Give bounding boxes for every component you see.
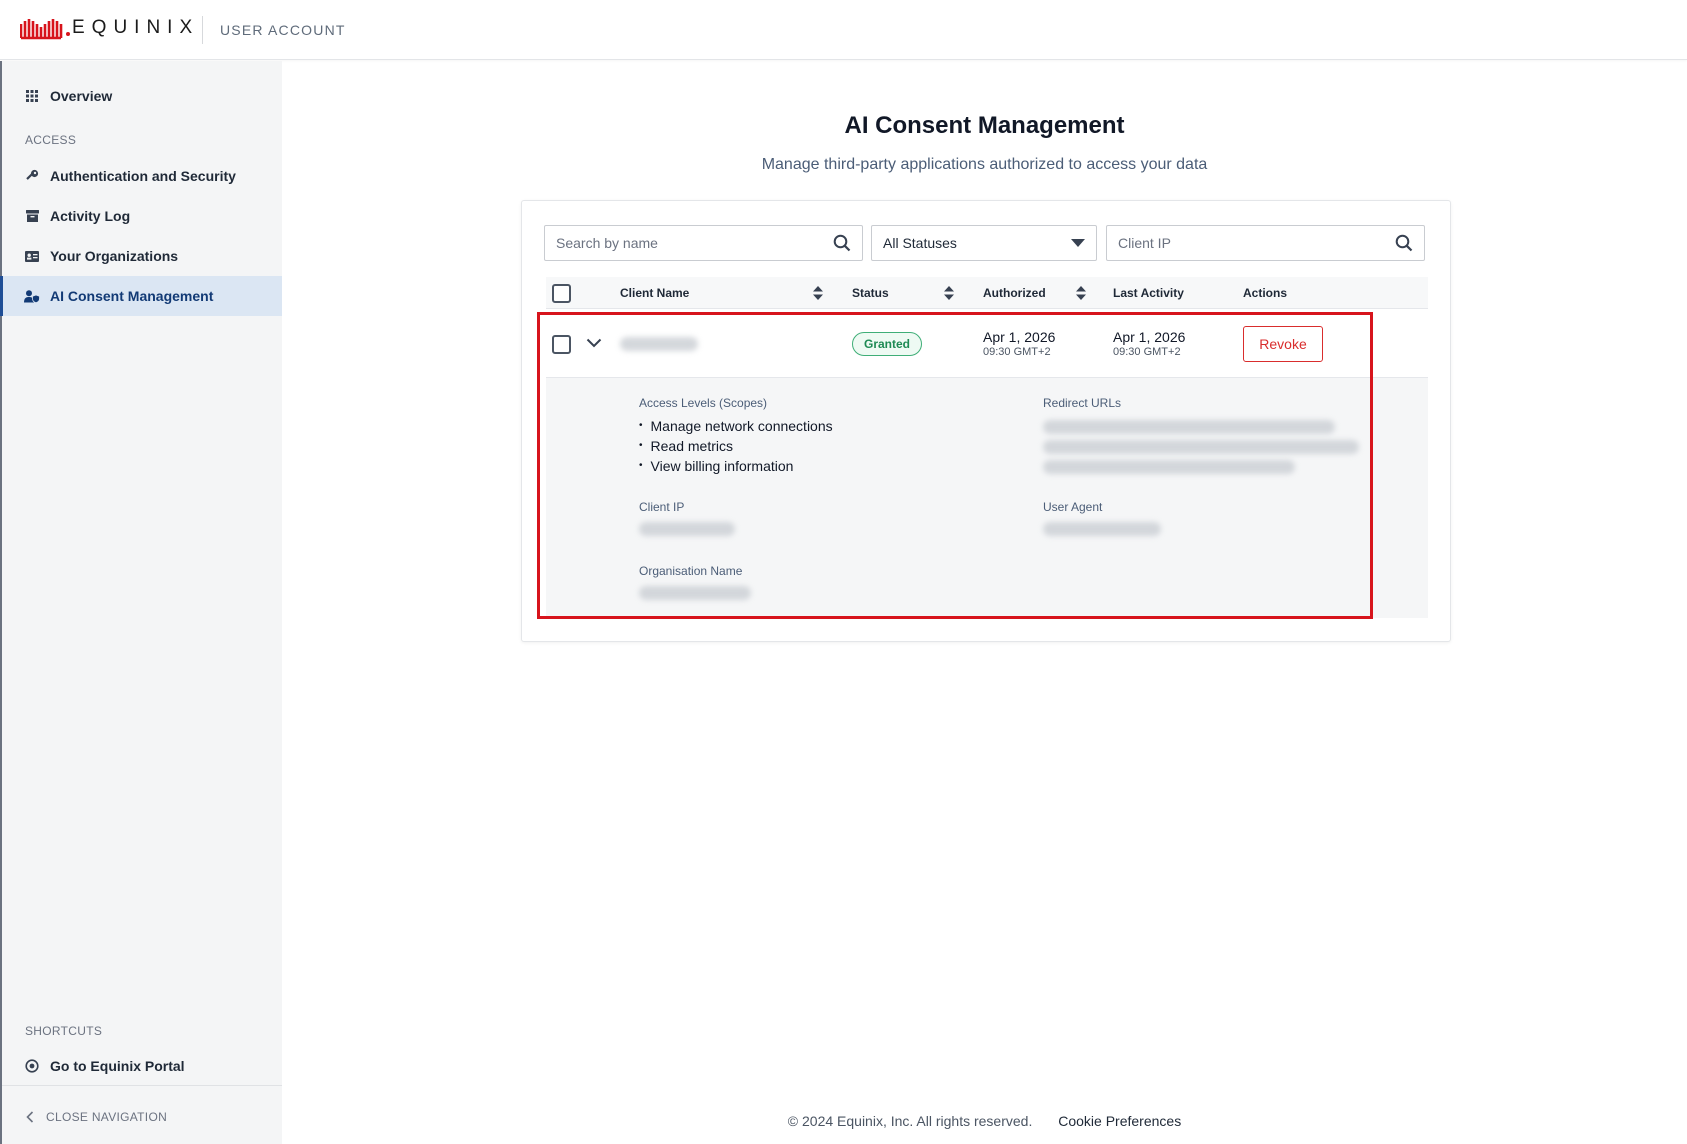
client-name-redacted	[620, 337, 698, 351]
search-icon[interactable]	[833, 234, 851, 252]
sidebar: Overview ACCESS Authentication and Secur…	[0, 61, 282, 1144]
sidebar-item-authentication[interactable]: Authentication and Security	[2, 156, 282, 196]
select-all-checkbox[interactable]	[552, 283, 571, 303]
section-label-access: ACCESS	[25, 133, 77, 147]
scopes-list: Manage network connections Read metrics …	[639, 416, 833, 476]
revoke-button[interactable]: Revoke	[1243, 326, 1323, 362]
page-title: AI Consent Management	[844, 112, 1125, 139]
sort-icon[interactable]	[1076, 286, 1086, 300]
sidebar-item-activity-log[interactable]: Activity Log	[2, 196, 282, 236]
portal-icon	[24, 1058, 40, 1074]
client-ip-redacted	[639, 522, 735, 536]
search-icon[interactable]	[1395, 234, 1413, 252]
scopes-label: Access Levels (Scopes)	[639, 396, 768, 410]
status-badge: Granted	[852, 332, 923, 356]
column-actions: Actions	[1243, 286, 1288, 300]
sidebar-item-label: AI Consent Management	[50, 288, 214, 304]
sidebar-item-organizations[interactable]: Your Organizations	[2, 236, 282, 276]
sidebar-item-label: Overview	[50, 88, 113, 104]
row-checkbox[interactable]	[552, 334, 571, 354]
actions-cell: Revoke	[1243, 311, 1323, 377]
page-subtitle: Manage third-party applications authoriz…	[761, 156, 1208, 173]
organisation-redacted	[639, 586, 751, 600]
sidebar-divider	[2, 1085, 282, 1086]
caret-down-icon	[1071, 239, 1085, 247]
column-last-activity[interactable]: Last Activity	[1113, 277, 1184, 309]
top-header: EQUINIX USER ACCOUNT	[0, 0, 1687, 60]
consent-table-card: All Statuses Client Name Status Authoriz…	[521, 200, 1451, 642]
sidebar-item-ai-consent[interactable]: AI Consent Management	[0, 276, 282, 316]
column-client-name[interactable]: Client Name	[620, 277, 689, 309]
client-ip-label: Client IP	[639, 500, 685, 514]
select-all-cell	[552, 277, 571, 309]
column-authorized[interactable]: Authorized	[983, 277, 1046, 309]
close-navigation-button[interactable]: CLOSE NAVIGATION	[2, 1097, 282, 1137]
portal-link-label: Go to Equinix Portal	[50, 1058, 185, 1074]
status-select[interactable]: All Statuses	[871, 225, 1097, 261]
redirect-urls-label: Redirect URLs	[1043, 396, 1122, 410]
list-item: Manage network connections	[639, 416, 833, 436]
authorized-date: Apr 1, 2026	[983, 329, 1056, 345]
sidebar-item-label: Authentication and Security	[50, 168, 236, 184]
table-row[interactable]: Granted Apr 1, 2026 09:30 GMT+2 Apr 1, 2…	[546, 311, 1428, 377]
authorized-cell: Apr 1, 2026 09:30 GMT+2	[983, 311, 1055, 377]
expand-toggle[interactable]	[586, 311, 602, 377]
column-status[interactable]: Status	[852, 277, 889, 309]
client-ip-input[interactable]	[1118, 235, 1395, 251]
search-input[interactable]	[556, 235, 833, 251]
user-agent-redacted	[1043, 522, 1161, 536]
authorized-time: 09:30 GMT+2	[983, 346, 1051, 358]
chevron-left-icon	[26, 1111, 34, 1123]
grid-icon	[24, 88, 40, 104]
brand-name: EQUINIX	[72, 17, 200, 38]
client-name-cell	[620, 311, 698, 377]
list-item: View billing information	[639, 456, 833, 476]
sort-icon[interactable]	[813, 286, 823, 300]
id-card-icon	[24, 248, 40, 264]
last-activity-cell: Apr 1, 2026 09:30 GMT+2	[1113, 311, 1185, 377]
close-navigation-label: CLOSE NAVIGATION	[46, 1110, 168, 1124]
sidebar-item-label: Activity Log	[50, 208, 131, 224]
status-cell: Granted	[852, 311, 923, 377]
footer: © 2024 Equinix, Inc. All rights reserved…	[282, 1113, 1687, 1129]
sort-icon[interactable]	[944, 286, 954, 300]
organisation-label: Organisation Name	[639, 564, 743, 578]
portal-link[interactable]: Go to Equinix Portal	[2, 1046, 282, 1086]
key-icon	[24, 168, 40, 184]
row-select-cell	[552, 311, 571, 377]
list-item: Read metrics	[639, 436, 833, 456]
equinix-logo-icon[interactable]	[20, 16, 70, 44]
copyright-text: © 2024 Equinix, Inc. All rights reserved…	[787, 1113, 1033, 1129]
section-label-shortcuts: SHORTCUTS	[25, 1024, 103, 1038]
sidebar-item-label: Your Organizations	[50, 248, 179, 264]
search-field	[544, 225, 863, 261]
last-activity-time: 09:30 GMT+2	[1113, 346, 1181, 358]
redirect-url-redacted	[1043, 460, 1295, 474]
user-shield-icon	[24, 288, 40, 304]
status-select-value: All Statuses	[883, 235, 957, 251]
chevron-down-icon	[586, 335, 602, 353]
client-ip-field	[1106, 225, 1425, 261]
sidebar-item-overview[interactable]: Overview	[2, 76, 282, 116]
archive-icon	[24, 208, 40, 224]
user-agent-label: User Agent	[1043, 500, 1103, 514]
header-section-title: USER ACCOUNT	[220, 22, 346, 38]
header-divider	[202, 16, 203, 44]
logo-dot	[66, 32, 70, 36]
table-header: Client Name Status Authorized Last Activ…	[546, 277, 1428, 309]
row-details-panel: Access Levels (Scopes) Manage network co…	[546, 378, 1428, 618]
redirect-url-redacted	[1043, 420, 1335, 434]
cookie-preferences-link[interactable]: Cookie Preferences	[1058, 1113, 1181, 1129]
redirect-url-redacted	[1043, 440, 1359, 454]
last-activity-date: Apr 1, 2026	[1113, 329, 1186, 345]
